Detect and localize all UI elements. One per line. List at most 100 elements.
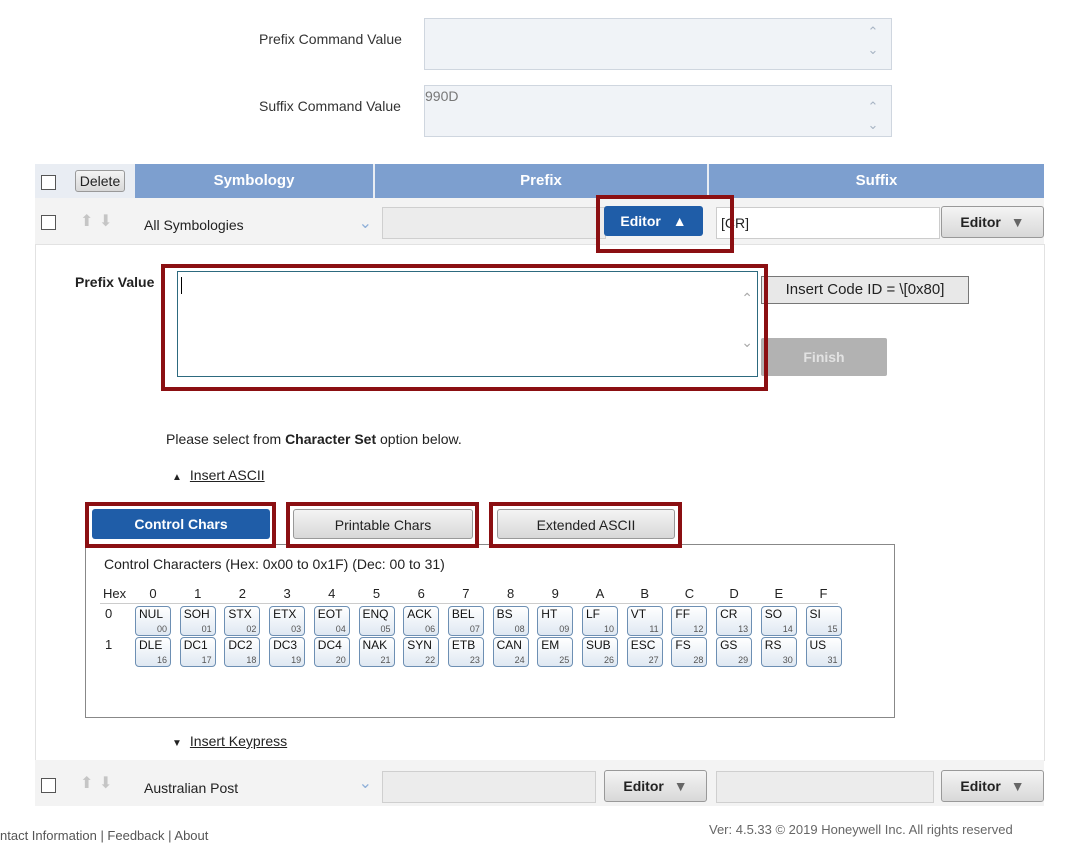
control-char-button[interactable]: DC4 20: [313, 637, 350, 667]
control-char-button[interactable]: SUB 26: [582, 637, 618, 667]
control-char-button[interactable]: BS 08: [492, 606, 529, 636]
control-char-decimal: 15: [827, 624, 838, 634]
control-char-name: SOH: [183, 607, 210, 621]
symbology-select[interactable]: All Symbologies ⌄: [138, 208, 372, 238]
scroll-arrows[interactable]: ⌃ ⌄: [865, 23, 881, 59]
suffix-editor-label: Editor: [960, 214, 1001, 230]
control-char-button[interactable]: FS 28: [671, 637, 708, 667]
row-checkbox[interactable]: [41, 778, 56, 793]
control-char-name: HT: [541, 607, 558, 621]
control-char-button[interactable]: ACK 06: [403, 606, 440, 636]
control-char-decimal: 28: [693, 655, 704, 665]
control-char-button[interactable]: ESC 27: [626, 637, 663, 667]
control-char-decimal: 20: [335, 655, 346, 665]
control-char-name: ACK: [407, 607, 432, 621]
panel-title: Control Characters (Hex: 0x00 to 0x1F) (…: [104, 556, 445, 572]
control-char-name: CR: [720, 607, 738, 621]
control-char-decimal: 19: [291, 655, 302, 665]
control-char-button[interactable]: BEL 07: [447, 606, 484, 636]
hex-column-header: 2: [238, 586, 246, 601]
control-char-name: ENQ: [362, 607, 389, 621]
symbology-select[interactable]: Australian Post ⌄: [138, 770, 372, 800]
control-char-decimal: 03: [291, 624, 302, 634]
control-char-button[interactable]: EOT 04: [313, 606, 350, 636]
control-char-name: SI: [809, 607, 821, 621]
control-char-decimal: 09: [559, 624, 570, 634]
suffix-editor-button[interactable]: Editor ▼: [941, 206, 1044, 238]
suffix-editor-button[interactable]: Editor ▼: [941, 770, 1044, 802]
suffix-command-value: 990D: [425, 88, 459, 104]
control-char-button[interactable]: DLE 16: [135, 637, 171, 667]
move-down-icon[interactable]: ⬇: [99, 773, 112, 793]
control-char-button[interactable]: LF 10: [582, 606, 618, 636]
control-char-name: DC1: [183, 638, 208, 652]
prefix-value-display: [382, 207, 606, 239]
prefix-command-field[interactable]: ⌃ ⌄: [424, 18, 892, 70]
insert-code-id-button[interactable]: Insert Code ID = \[0x80]: [761, 276, 969, 304]
control-char-decimal: 07: [469, 624, 480, 634]
hex-column-header: 8: [506, 586, 515, 601]
hex-column-header: A: [595, 586, 605, 601]
control-char-button[interactable]: NAK 21: [358, 637, 395, 667]
prefix-editor-button[interactable]: Editor ▼: [604, 770, 707, 802]
control-char-button[interactable]: ENQ 05: [358, 606, 395, 636]
control-char-button[interactable]: STX 02: [224, 606, 261, 636]
move-down-icon[interactable]: ⬇: [99, 211, 112, 231]
control-char-button[interactable]: CAN 24: [492, 637, 529, 667]
control-char-button[interactable]: GS 29: [716, 637, 753, 667]
control-char-button[interactable]: EM 25: [537, 637, 574, 667]
row-checkbox[interactable]: [41, 215, 56, 230]
control-char-decimal: 00: [156, 624, 167, 634]
control-char-button[interactable]: SO 14: [760, 606, 797, 636]
control-char-name: SO: [764, 607, 783, 621]
control-char-button[interactable]: SYN 22: [403, 637, 440, 667]
suffix-command-field[interactable]: 990D ⌃ ⌄: [424, 85, 892, 137]
hex-column-header: 6: [417, 586, 425, 601]
select-all-checkbox[interactable]: [41, 175, 56, 190]
instruction-text: Please select from Character Set option …: [166, 431, 462, 447]
control-char-button[interactable]: DC2 18: [224, 637, 261, 667]
chevron-down-icon: ⌄: [358, 775, 372, 792]
control-char-button[interactable]: US 31: [805, 637, 842, 667]
control-char-decimal: 08: [514, 624, 525, 634]
column-header-suffix: Suffix: [709, 164, 1044, 198]
move-up-icon[interactable]: ⬆: [80, 211, 93, 231]
insert-keypress-toggle[interactable]: ▼ Insert Keypress: [172, 733, 287, 749]
control-char-button[interactable]: SI 15: [805, 606, 842, 636]
control-char-button[interactable]: ETX 03: [269, 606, 306, 636]
symbology-select-value: All Symbologies: [144, 217, 244, 233]
control-char-decimal: 27: [648, 655, 659, 665]
control-char-button[interactable]: DC3 19: [269, 637, 306, 667]
control-char-decimal: 01: [201, 624, 212, 634]
control-char-name: STX: [228, 607, 252, 621]
control-char-name: FF: [675, 607, 691, 621]
control-char-name: DC4: [317, 638, 342, 652]
control-char-button[interactable]: FF 12: [671, 606, 708, 636]
control-char-decimal: 16: [156, 655, 167, 665]
control-char-name: DC3: [273, 638, 298, 652]
control-char-button[interactable]: SOH 01: [179, 606, 216, 636]
delete-button[interactable]: Delete: [75, 170, 125, 192]
hex-column-header: 1: [194, 586, 202, 601]
control-char-button[interactable]: VT 11: [626, 606, 663, 636]
control-char-name: FS: [675, 638, 691, 652]
move-up-icon[interactable]: ⬆: [80, 773, 93, 793]
control-char-button[interactable]: CR 13: [716, 606, 753, 636]
chevron-down-icon: ▼: [673, 778, 688, 794]
control-char-button[interactable]: ETB 23: [447, 637, 484, 667]
footer-links[interactable]: ntact Information | Feedback | About: [0, 828, 208, 843]
scroll-arrows[interactable]: ⌃ ⌄: [865, 98, 881, 134]
control-char-button[interactable]: HT 09: [537, 606, 574, 636]
control-char-button[interactable]: DC1 17: [179, 637, 216, 667]
insert-ascii-toggle[interactable]: ▲ Insert ASCII: [172, 467, 265, 483]
control-char-button[interactable]: RS 30: [760, 637, 797, 667]
insert-ascii-label: Insert ASCII: [189, 467, 265, 483]
control-char-name: SYN: [407, 638, 432, 652]
control-char-decimal: 10: [603, 624, 614, 634]
control-char-name: CAN: [496, 638, 522, 652]
control-char-name: LF: [586, 607, 601, 621]
finish-button[interactable]: Finish: [761, 338, 887, 376]
chevron-down-icon: ⌄: [358, 215, 372, 232]
control-char-button[interactable]: NUL 00: [135, 606, 171, 636]
footer-version: Ver: 4.5.33 © 2019 Honeywell Inc. All ri…: [709, 822, 1013, 837]
